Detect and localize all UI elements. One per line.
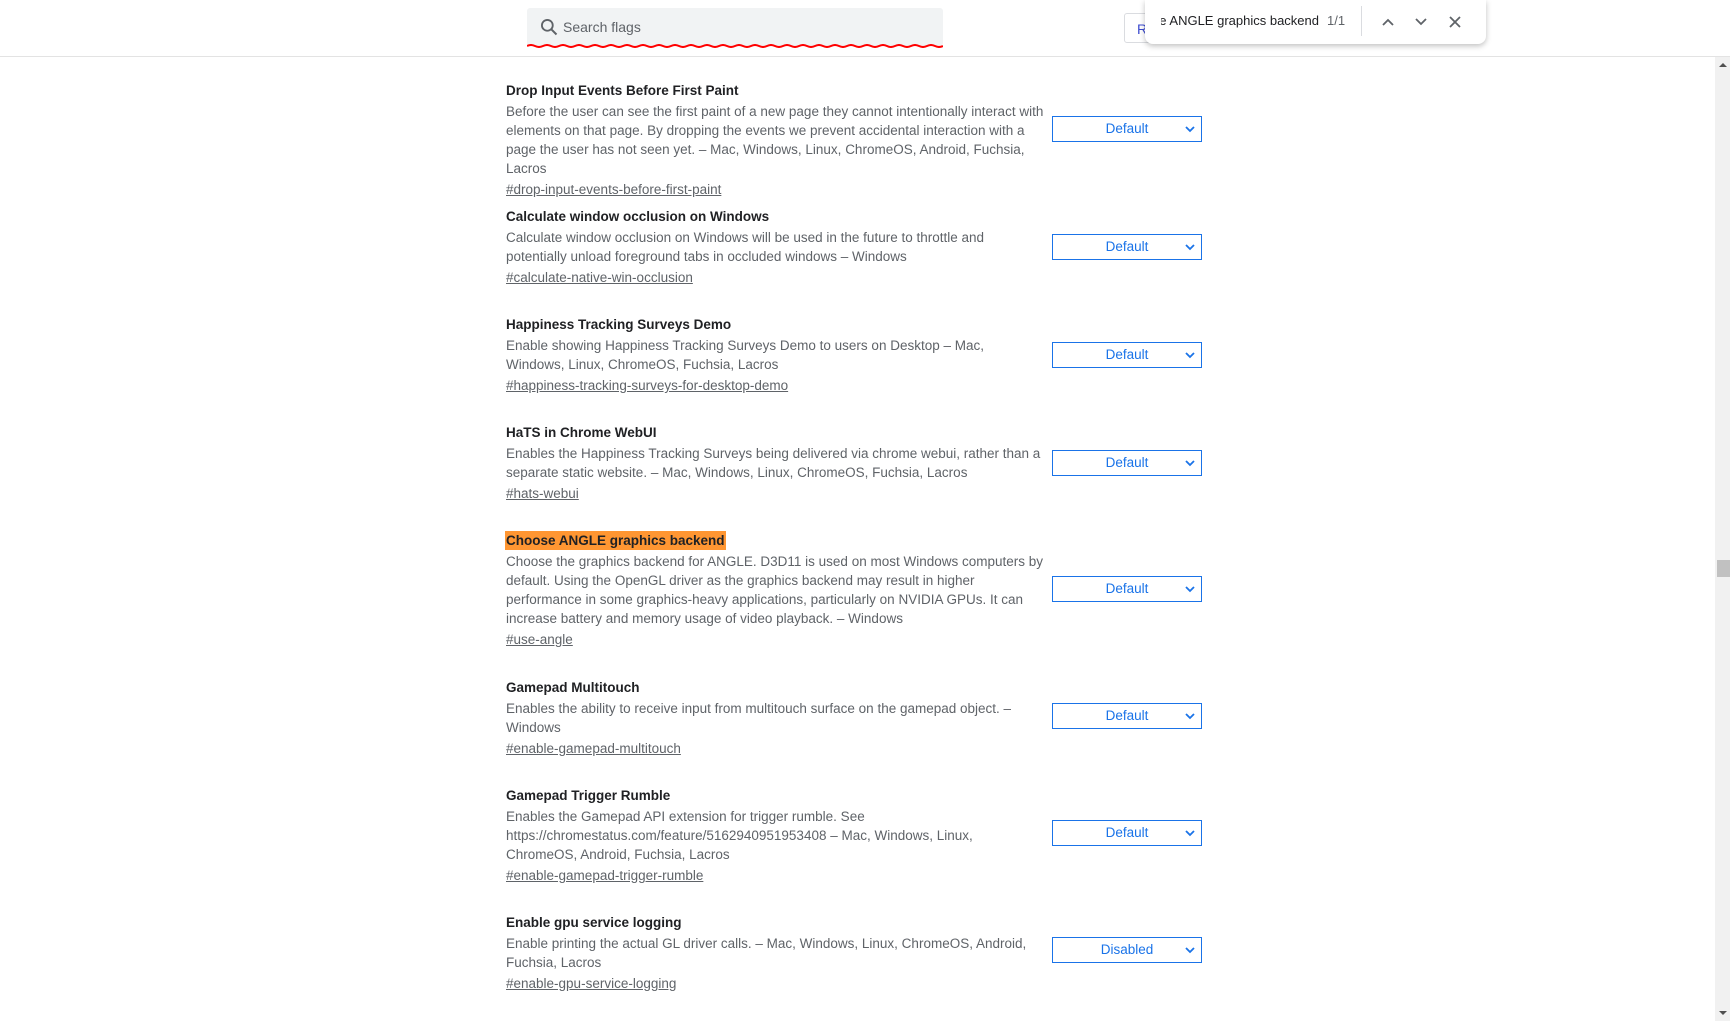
flag-description: Choose the graphics backend for ANGLE. D… — [506, 554, 1044, 626]
search-icon — [541, 19, 558, 36]
flag-select-value: Default — [1105, 825, 1149, 840]
search-box[interactable] — [527, 8, 943, 46]
flag-title: Calculate window occlusion on Windows — [506, 209, 770, 224]
flag-description: Enable printing the actual GL driver cal… — [506, 936, 1027, 970]
flag-title: Gamepad Multitouch — [506, 680, 640, 695]
flag-description: Enables the Happiness Tracking Surveys b… — [506, 446, 1041, 480]
find-bar: Choose ANGLE graphics backend 1/1 — [1145, 0, 1486, 44]
find-query[interactable]: Choose ANGLE graphics backend — [1161, 13, 1319, 28]
chevron-down-icon — [1185, 713, 1195, 720]
flag-title: Enable gpu service logging — [506, 915, 682, 930]
flag-select[interactable]: Disabled — [1052, 937, 1202, 963]
chevron-down-icon — [1185, 244, 1195, 251]
flag-link[interactable]: #hats-webui — [506, 484, 579, 503]
flag-description: Before the user can see the first paint … — [506, 104, 1044, 176]
chevron-down-icon — [1185, 460, 1195, 467]
flag-select[interactable]: Default — [1052, 576, 1202, 602]
next-match-button[interactable] — [1409, 10, 1433, 34]
chevron-down-icon — [1185, 830, 1195, 837]
flag-title: HaTS in Chrome WebUI — [506, 425, 657, 440]
flag-select[interactable]: Default — [1052, 116, 1202, 142]
flag-link[interactable]: #use-angle — [506, 630, 573, 649]
flag-link[interactable]: #enable-gamepad-multitouch — [506, 739, 681, 758]
flag-description: Enables the ability to receive input fro… — [506, 701, 1012, 735]
search-input[interactable] — [563, 8, 923, 46]
flag-link[interactable]: #drop-input-events-before-first-paint — [506, 180, 721, 199]
flag-item: Calculate window occlusion on Windows Ca… — [506, 207, 1046, 287]
find-match-count: 1/1 — [1327, 13, 1346, 28]
flag-select-value: Default — [1105, 347, 1149, 362]
flag-link[interactable]: #enable-gamepad-trigger-rumble — [506, 866, 703, 885]
flag-item: HaTS in Chrome WebUI Enables the Happine… — [506, 423, 1046, 503]
chevron-up-icon — [1382, 18, 1394, 26]
flag-select[interactable]: Default — [1052, 234, 1202, 260]
flag-title: Happiness Tracking Surveys Demo — [506, 317, 732, 332]
divider — [1361, 6, 1362, 36]
flag-item: Drop Input Events Before First Paint Bef… — [506, 81, 1046, 199]
flag-title: Choose ANGLE graphics backend — [505, 531, 726, 550]
flag-select[interactable]: Default — [1052, 820, 1202, 846]
flag-select[interactable]: Default — [1052, 450, 1202, 476]
flag-item: Gamepad Trigger Rumble Enables the Gamep… — [506, 786, 1046, 885]
flag-link[interactable]: #calculate-native-win-occlusion — [506, 268, 693, 287]
previous-match-button[interactable] — [1376, 10, 1400, 34]
chevron-down-icon — [1185, 352, 1195, 359]
chevron-down-icon — [1185, 126, 1195, 133]
scroll-up-arrow-icon[interactable] — [1719, 63, 1727, 67]
close-find-button[interactable] — [1443, 10, 1467, 34]
scroll-down-arrow-icon[interactable] — [1719, 1011, 1727, 1015]
flag-select-value: Disabled — [1100, 942, 1154, 957]
flag-item: Choose ANGLE graphics backend Choose the… — [505, 531, 1046, 649]
flag-select[interactable]: Default — [1052, 342, 1202, 368]
flag-select-value: Default — [1105, 239, 1149, 254]
flag-description: Enables the Gamepad API extension for tr… — [506, 809, 973, 862]
flag-description: Calculate window occlusion on Windows wi… — [506, 230, 985, 264]
chevron-down-icon — [1185, 586, 1195, 593]
flag-link[interactable]: #enable-gpu-service-logging — [506, 974, 676, 993]
flag-select[interactable]: Default — [1052, 703, 1202, 729]
flag-link[interactable]: #happiness-tracking-surveys-for-desktop-… — [506, 376, 788, 395]
chevron-down-icon — [1185, 947, 1195, 954]
flag-item: Enable gpu service logging Enable printi… — [506, 913, 1046, 993]
scrollbar-thumb[interactable] — [1717, 560, 1730, 577]
flag-title: Gamepad Trigger Rumble — [506, 788, 671, 803]
spellcheck-underline — [527, 44, 943, 48]
flag-item: Gamepad Multitouch Enables the ability t… — [506, 678, 1046, 758]
flag-item: Happiness Tracking Surveys Demo Enable s… — [506, 315, 1046, 395]
flag-select-value: Default — [1105, 581, 1149, 596]
scrollbar[interactable] — [1715, 57, 1730, 1021]
flag-description: Enable showing Happiness Tracking Survey… — [506, 338, 984, 372]
close-icon — [1449, 16, 1461, 28]
flag-select-value: Default — [1105, 455, 1149, 470]
chevron-down-icon — [1415, 18, 1427, 26]
flag-title: Drop Input Events Before First Paint — [506, 83, 739, 98]
flag-select-value: Default — [1105, 121, 1149, 136]
flag-select-value: Default — [1105, 708, 1149, 723]
